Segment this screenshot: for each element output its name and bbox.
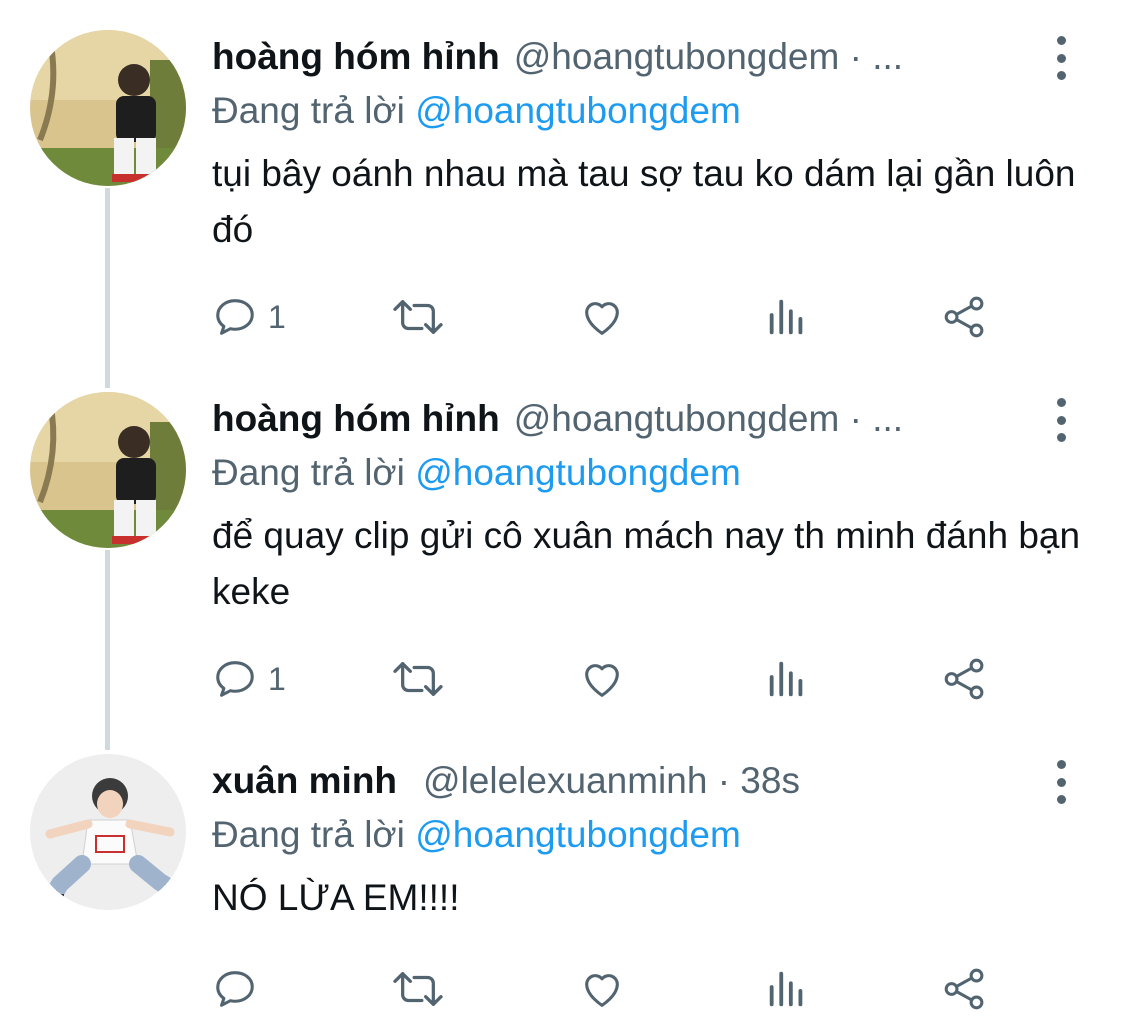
vertical-ellipsis-icon[interactable] (1046, 36, 1076, 80)
reply-button[interactable]: 1 (212, 654, 286, 704)
like-button[interactable] (578, 964, 626, 1014)
replying-to: Đang trả lời @hoangtubongdem (212, 86, 1092, 136)
handle[interactable]: @hoangtubongdem · ... (514, 36, 903, 78)
display-name[interactable]: xuân minh (212, 760, 397, 802)
tweet-content: hoàng hóm hỉnh @hoangtubongdem · ... Đan… (212, 30, 1092, 258)
retweet-icon (393, 972, 443, 1006)
share-button[interactable] (942, 292, 988, 342)
retweet-button[interactable] (388, 292, 448, 342)
heart-icon (585, 974, 619, 1007)
share-button[interactable] (942, 964, 988, 1014)
tweet-header: xuân minh @lelelexuanminh · 38s (212, 754, 1092, 808)
retweet-button[interactable] (388, 964, 448, 1014)
tweet-content: xuân minh @lelelexuanminh · 38s Đang trả… (212, 754, 1092, 926)
views-button[interactable] (764, 292, 810, 342)
tweet-actions: 1 (212, 654, 1012, 704)
heart-icon (585, 664, 619, 697)
bar-chart-icon (769, 299, 803, 335)
replying-to: Đang trả lời @hoangtubongdem (212, 448, 1092, 498)
avatar-photo (30, 30, 186, 186)
bar-chart-icon (769, 971, 803, 1007)
share-icon (944, 296, 984, 338)
views-button[interactable] (764, 654, 810, 704)
mention-link[interactable]: @hoangtubongdem (415, 90, 741, 131)
tweet-content: hoàng hóm hỉnh @hoangtubongdem · ... Đan… (212, 392, 1092, 620)
display-name[interactable]: hoàng hóm hỉnh (212, 398, 500, 440)
mention-link[interactable]: @hoangtubongdem (415, 452, 741, 493)
like-button[interactable] (578, 654, 626, 704)
heart-icon (585, 302, 619, 335)
replying-prefix: Đang trả lời (212, 90, 405, 131)
replying-to: Đang trả lời @hoangtubongdem (212, 810, 1092, 860)
replying-prefix: Đang trả lời (212, 814, 405, 855)
reply-button[interactable]: 1 (212, 292, 286, 342)
share-icon (944, 658, 984, 700)
reply-count: 1 (268, 298, 286, 335)
reply-thread: hoàng hóm hỉnh @hoangtubongdem · ... Đan… (0, 0, 1125, 1032)
share-icon (944, 968, 984, 1010)
display-name[interactable]: hoàng hóm hỉnh (212, 36, 500, 78)
speech-bubble-icon (216, 971, 254, 1007)
avatar[interactable] (30, 30, 186, 186)
tweet-text: tụi bây oánh nhau mà tau sợ tau ko dám l… (212, 153, 1076, 250)
retweet-icon (393, 662, 443, 696)
share-button[interactable] (942, 654, 988, 704)
tweet-header: hoàng hóm hỉnh @hoangtubongdem · ... (212, 392, 1092, 446)
tweet-actions: 1 (212, 292, 1012, 342)
handle[interactable]: @hoangtubongdem · ... (514, 398, 903, 440)
vertical-ellipsis-icon[interactable] (1046, 398, 1076, 442)
bar-chart-icon (769, 661, 803, 697)
avatar[interactable] (30, 754, 186, 910)
retweet-icon (393, 300, 443, 334)
tweet-actions (212, 964, 1012, 1014)
tweet-text: để quay clip gửi cô xuân mách nay th min… (212, 515, 1081, 612)
replying-prefix: Đang trả lời (212, 452, 405, 493)
avatar-photo (30, 754, 186, 910)
thread-connector-line (105, 188, 110, 388)
retweet-button[interactable] (388, 654, 448, 704)
tweet-header: hoàng hóm hỉnh @hoangtubongdem · ... (212, 30, 1092, 84)
reply-count: 1 (268, 660, 286, 697)
views-button[interactable] (764, 964, 810, 1014)
like-button[interactable] (578, 292, 626, 342)
handle[interactable]: @lelelexuanminh · 38s (423, 760, 800, 802)
vertical-ellipsis-icon[interactable] (1046, 760, 1076, 804)
speech-bubble-icon (216, 299, 254, 335)
avatar-photo (30, 392, 186, 548)
thread-connector-line (105, 550, 110, 750)
reply-button[interactable] (212, 964, 268, 1014)
speech-bubble-icon (216, 661, 254, 697)
tweet-text: NÓ LỪA EM!!!! (212, 877, 460, 918)
mention-link[interactable]: @hoangtubongdem (415, 814, 741, 855)
avatar[interactable] (30, 392, 186, 548)
